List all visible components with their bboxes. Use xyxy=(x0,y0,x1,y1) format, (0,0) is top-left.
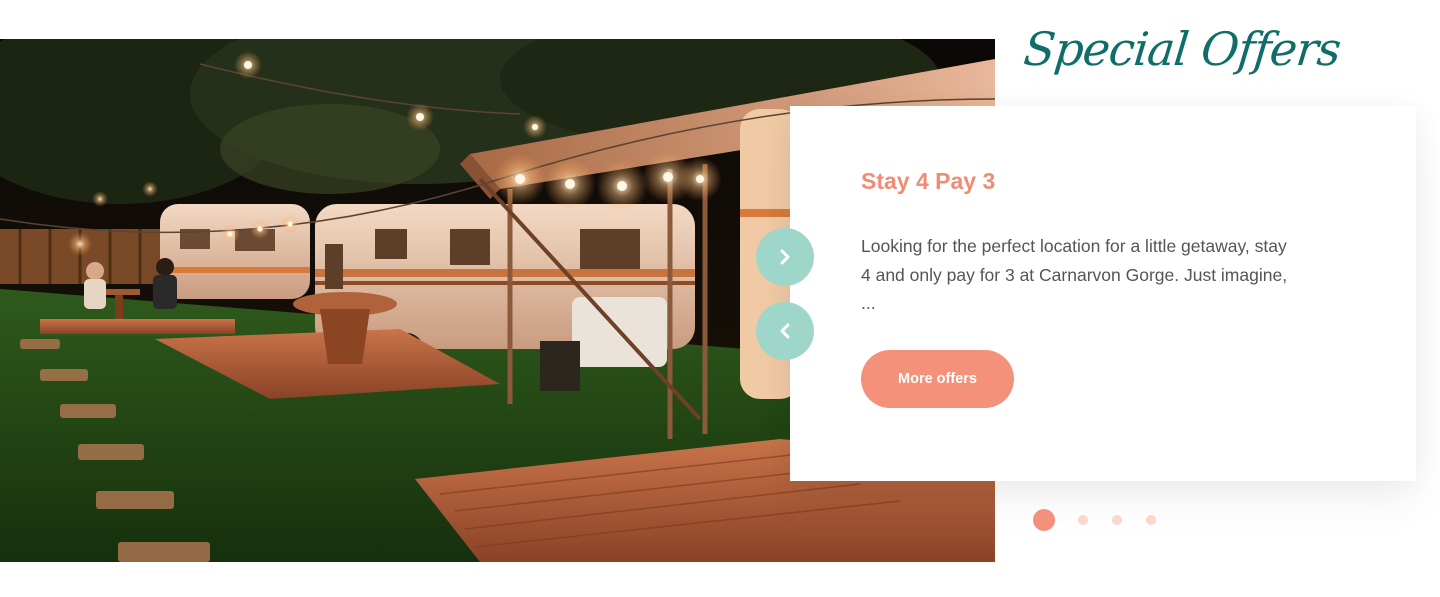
special-offers-section: Special Offers Stay 4 Pay 3 Looking for … xyxy=(0,0,1440,597)
pagination-dot-1[interactable] xyxy=(1033,509,1055,531)
carousel-pagination xyxy=(1033,509,1180,531)
chevron-right-icon xyxy=(780,249,790,265)
carousel-next-button[interactable] xyxy=(756,228,814,286)
offer-description: Looking for the perfect location for a l… xyxy=(861,236,1288,313)
pagination-dot-3[interactable] xyxy=(1112,515,1122,525)
pagination-dot-4[interactable] xyxy=(1146,515,1156,525)
chevron-left-icon xyxy=(780,323,790,339)
offer-title: Stay 4 Pay 3 xyxy=(861,168,996,194)
pagination-dot-2[interactable] xyxy=(1078,515,1088,525)
carousel-prev-button[interactable] xyxy=(756,302,814,360)
section-heading: Special Offers xyxy=(1021,22,1343,76)
more-offers-button[interactable]: More offers xyxy=(861,350,1014,408)
offer-card: Stay 4 Pay 3 Looking for the perfect loc… xyxy=(790,106,1416,481)
